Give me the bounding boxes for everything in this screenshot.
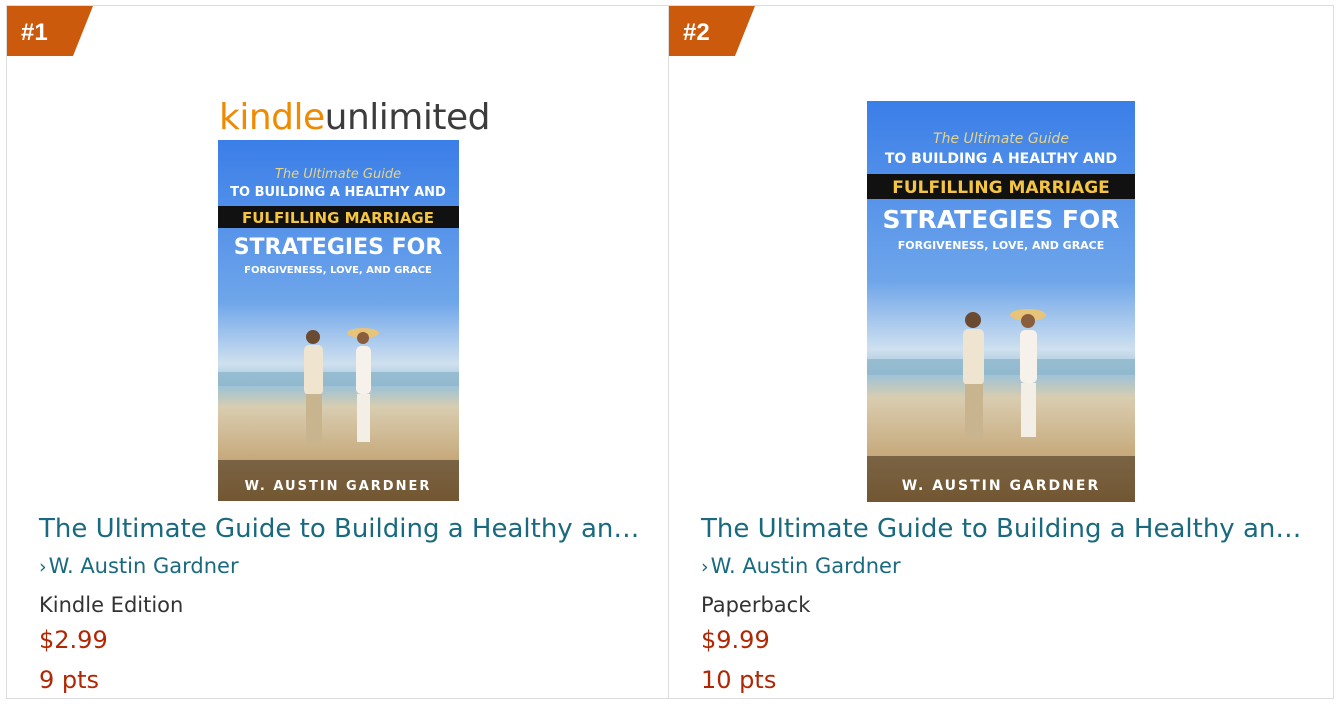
reward-points: 9 pts: [39, 666, 100, 694]
svg-text:STRATEGIES FOR: STRATEGIES FOR: [234, 235, 443, 260]
product-price: $2.99: [39, 626, 108, 654]
chevron-right-icon: ›: [39, 556, 47, 578]
rank-number: #1: [21, 19, 48, 46]
product-card: #1 kindleunlimited The Ultimate Guide TO…: [7, 6, 669, 698]
rank-badge: #2: [669, 6, 755, 56]
reward-points: 10 pts: [701, 666, 777, 694]
author-name[interactable]: W. Austin Gardner: [49, 554, 239, 578]
rank-badge: #1: [7, 6, 93, 56]
bestseller-grid: #1 kindleunlimited The Ultimate Guide TO…: [6, 5, 1334, 699]
book-cover-image[interactable]: The Ultimate Guide TO BUILDING A HEALTHY…: [867, 101, 1135, 502]
product-format: Paperback: [701, 593, 811, 617]
author-name[interactable]: W. Austin Gardner: [711, 554, 901, 578]
svg-text:W. AUSTIN GARDNER: W. AUSTIN GARDNER: [245, 479, 432, 494]
svg-text:TO BUILDING A HEALTHY AND: TO BUILDING A HEALTHY AND: [230, 185, 446, 200]
chevron-right-icon: ›: [701, 556, 709, 578]
svg-text:FORGIVENESS, LOVE, AND GRACE: FORGIVENESS, LOVE, AND GRACE: [244, 265, 432, 276]
svg-text:W. AUSTIN GARDNER: W. AUSTIN GARDNER: [902, 478, 1101, 494]
svg-text:STRATEGIES FOR: STRATEGIES FOR: [882, 205, 1119, 234]
svg-text:FULFILLING MARRIAGE: FULFILLING MARRIAGE: [892, 178, 1110, 198]
svg-text:The Ultimate Guide: The Ultimate Guide: [275, 167, 401, 182]
author-link[interactable]: ›W. Austin Gardner: [701, 554, 901, 578]
svg-text:FULFILLING MARRIAGE: FULFILLING MARRIAGE: [242, 209, 434, 227]
rank-number: #2: [683, 19, 710, 46]
product-card: #2 The Ultimate Guide TO BUILDING A HEAL…: [669, 6, 1333, 698]
product-title-link[interactable]: The Ultimate Guide to Building a Healthy…: [39, 514, 639, 544]
kindle-unlimited-logo: kindleunlimited: [219, 97, 491, 138]
svg-text:FORGIVENESS, LOVE, AND GRACE: FORGIVENESS, LOVE, AND GRACE: [898, 239, 1105, 252]
book-cover-image[interactable]: The Ultimate Guide TO BUILDING A HEALTHY…: [218, 140, 459, 501]
svg-text:TO BUILDING A HEALTHY AND: TO BUILDING A HEALTHY AND: [885, 151, 1117, 167]
svg-text:The Ultimate Guide: The Ultimate Guide: [933, 131, 1069, 147]
product-title-link[interactable]: The Ultimate Guide to Building a Healthy…: [701, 514, 1301, 544]
product-format: Kindle Edition: [39, 593, 184, 617]
author-link[interactable]: ›W. Austin Gardner: [39, 554, 239, 578]
product-price: $9.99: [701, 626, 770, 654]
